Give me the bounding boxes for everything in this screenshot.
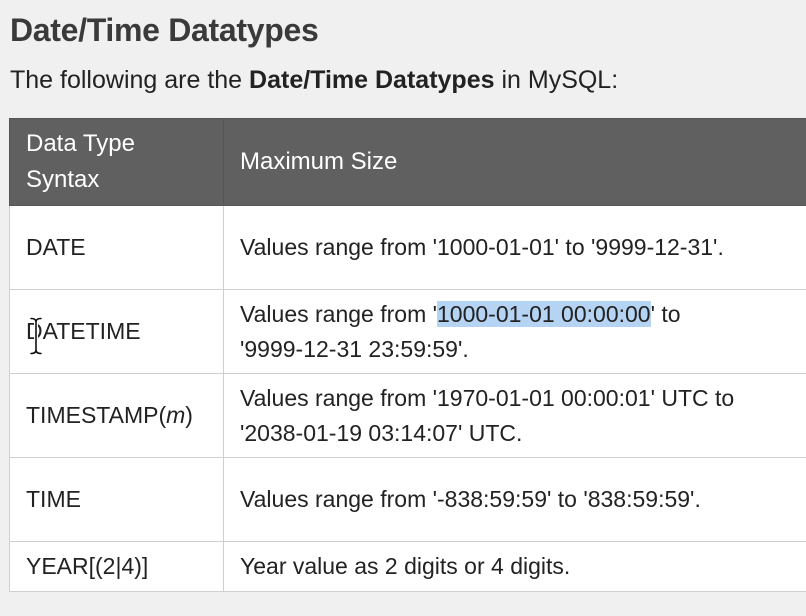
- desc-line: Values range from '1000-01-01 00:00:00' …: [240, 297, 806, 332]
- table-header-row: Data Type Syntax Maximum Size: [9, 118, 806, 206]
- type-cell: YEAR[(2|4)]: [9, 541, 224, 592]
- header-data-type-syntax: Data Type Syntax: [9, 118, 224, 206]
- desc-line: '2038-01-19 03:14:07' UTC.: [240, 419, 523, 446]
- datatypes-table: Data Type Syntax Maximum Size DATE Value…: [9, 118, 806, 592]
- header-col1-line1: Data Type: [26, 130, 135, 157]
- table-row: TIMESTAMP(m) Values range from '1970-01-…: [9, 373, 806, 458]
- desc-cell: Values range from '1000-01-01' to '9999-…: [223, 205, 806, 290]
- desc-line: Values range from '1000-01-01' to '9999-…: [240, 234, 724, 260]
- type-text: ): [185, 402, 193, 428]
- page-title: Date/Time Datatypes: [10, 12, 319, 48]
- table-row: YEAR[(2|4)] Year value as 2 digits or 4 …: [9, 541, 806, 592]
- type-text: TIMESTAMP(: [26, 402, 167, 428]
- type-cell: DATE: [9, 205, 224, 290]
- header-col1-line2: Syntax: [26, 166, 100, 193]
- type-param: m: [166, 402, 186, 428]
- header-maximum-size: Maximum Size: [223, 118, 806, 206]
- desc-cell: Values range from '1970-01-01 00:00:01' …: [223, 373, 806, 458]
- desc-line: Year value as 2 digits or 4 digits.: [240, 553, 571, 579]
- intro-bold: Date/Time Datatypes: [249, 66, 495, 94]
- table-row: TIME Values range from '-838:59:59' to '…: [9, 457, 806, 542]
- desc-text: ' to: [650, 300, 681, 327]
- intro-text: The following are the Date/Time Datatype…: [10, 66, 618, 95]
- table-row: DATE Values range from '1000-01-01' to '…: [9, 205, 806, 290]
- type-cell: TIME: [9, 457, 224, 542]
- desc-cell: Values range from '-838:59:59' to '838:5…: [223, 457, 806, 542]
- desc-cell[interactable]: Values range from '1000-01-01 00:00:00' …: [223, 289, 806, 374]
- page: Date/Time Datatypes The following are th…: [0, 0, 806, 616]
- intro-prefix: The following are the: [10, 66, 250, 94]
- desc-line: Values range from '-838:59:59' to '838:5…: [240, 486, 701, 512]
- selected-text[interactable]: 1000-01-01 00:00:00: [437, 300, 651, 327]
- text-cursor-icon: [29, 317, 43, 355]
- desc-line: '9999-12-31 23:59:59'.: [240, 335, 469, 362]
- desc-line: Values range from '1970-01-01 00:00:01' …: [240, 384, 735, 411]
- type-cell: TIMESTAMP(m): [9, 373, 224, 458]
- intro-suffix: in MySQL:: [494, 66, 619, 94]
- table-row: DATETIME Values range from '1000-01-01 0…: [9, 289, 806, 374]
- desc-text: Values range from ': [240, 300, 438, 327]
- desc-cell: Year value as 2 digits or 4 digits.: [223, 541, 806, 592]
